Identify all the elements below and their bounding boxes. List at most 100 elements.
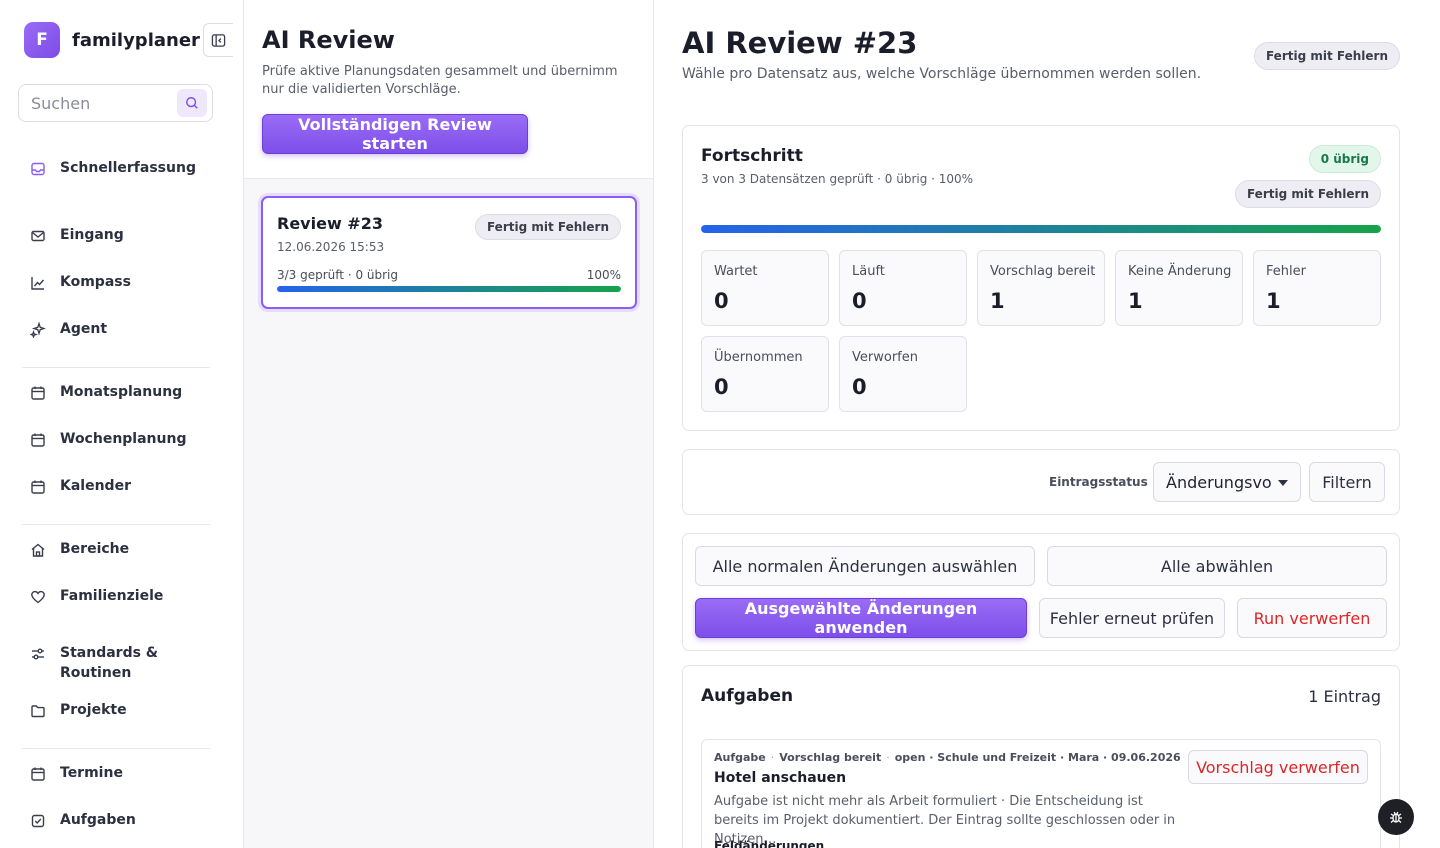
calendar-icon <box>31 433 45 447</box>
stat-value: 0 <box>714 375 729 399</box>
stat-accepted: Übernommen 0 <box>701 336 829 412</box>
review-list-panel: AI Review Prüfe aktive Planungsdaten ges… <box>244 0 654 848</box>
page-subtitle: Wähle pro Datensatz aus, welche Vorschlä… <box>682 66 1202 82</box>
sidebar-item-label: Standards & Routinen <box>60 645 158 681</box>
stat-label: Vorschlag bereit <box>990 264 1096 279</box>
stat-label: Verworfen <box>852 350 918 365</box>
sparkles-icon <box>30 322 46 338</box>
review-card-date: 12.06.2026 15:53 <box>277 240 385 254</box>
stat-label: Keine Änderung <box>1128 264 1232 279</box>
start-full-review-button[interactable]: Vollständigen Review starten <box>262 114 528 154</box>
sidebar-item-label: Monatsplanung <box>60 384 183 400</box>
entry-status-label: Eintragsstatus <box>1049 475 1148 489</box>
review-card[interactable]: Review #23 Fertig mit Fehlern 12.06.2026… <box>261 196 637 309</box>
sidebar-item-label: Aufgaben <box>60 812 136 828</box>
search-icon <box>186 97 198 109</box>
stat-value: 0 <box>714 289 729 313</box>
calendar-icon <box>31 480 45 494</box>
checkbox-icon <box>31 814 45 828</box>
review-status-badge: Fertig mit Fehlern <box>1253 42 1400 70</box>
search-button[interactable] <box>177 89 207 117</box>
sidebar-item-label: Eingang <box>60 227 124 243</box>
app-logo: F <box>24 22 60 58</box>
separator: · <box>886 751 890 764</box>
review-detail-panel: AI Review #23 Wähle pro Datensatz aus, w… <box>654 0 1440 848</box>
entry-status-selected-value: Änderungsvo <box>1166 472 1272 492</box>
discard-run-button[interactable]: Run verwerfen <box>1237 598 1387 638</box>
sidebar: F familyplaner Schnellerfassung Eingang … <box>0 0 244 848</box>
sidebar-divider <box>22 524 210 525</box>
brand[interactable]: F familyplaner <box>24 22 200 58</box>
sidebar-item-standards-routines[interactable]: Standards & Routinen <box>30 645 220 683</box>
folder-icon <box>31 705 45 718</box>
review-card-progress-bar <box>277 286 621 292</box>
stat-label: Wartet <box>714 264 758 279</box>
review-card-progress-text: 3/3 geprüft · 0 übrig <box>277 268 399 282</box>
sidebar-item-projects[interactable]: Projekte <box>30 702 220 720</box>
home-icon <box>31 543 45 557</box>
sidebar-item-monthly-planning[interactable]: Monatsplanung <box>30 384 220 402</box>
review-list-header: AI Review Prüfe aktive Planungsdaten ges… <box>244 0 653 179</box>
sidebar-item-agent[interactable]: Agent <box>30 321 220 339</box>
sidebar-item-weekly-planning[interactable]: Wochenplanung <box>30 431 220 449</box>
page-title: AI Review #23 <box>682 26 918 60</box>
stat-running: Läuft 0 <box>839 250 967 326</box>
sidebar-item-label: Familienziele <box>60 588 164 604</box>
search-box <box>18 84 213 122</box>
search-input[interactable] <box>19 93 174 113</box>
filter-card: Eintragsstatus Änderungsvo Filtern <box>682 449 1400 515</box>
select-all-normal-changes-button[interactable]: Alle normalen Änderungen auswählen <box>695 546 1035 586</box>
reject-suggestion-button[interactable]: Vorschlag verwerfen <box>1188 750 1368 784</box>
stat-value: 1 <box>990 289 1005 313</box>
task-entry-details: open · Schule und Freizeit · Mara · 09.0… <box>894 751 1181 764</box>
stat-error: Fehler 1 <box>1253 250 1381 326</box>
panel-collapse-icon <box>211 33 226 47</box>
chevron-down-icon <box>1278 480 1288 486</box>
stat-value: 1 <box>1128 289 1143 313</box>
stat-value: 1 <box>1266 289 1281 313</box>
sidebar-collapse-button[interactable] <box>203 23 233 57</box>
sidebar-item-label: Projekte <box>60 702 127 718</box>
sidebar-item-quick-capture[interactable]: Schnellerfassung <box>30 160 220 178</box>
calendar-icon <box>31 386 45 400</box>
sidebar-item-compass[interactable]: Kompass <box>30 274 220 292</box>
stat-label: Fehler <box>1266 264 1306 279</box>
sidebar-item-label: Agent <box>60 321 108 337</box>
progress-bar-fill <box>701 225 1381 233</box>
sidebar-item-areas[interactable]: Bereiche <box>30 541 220 559</box>
tasks-section-title: Aufgaben <box>701 686 794 706</box>
task-entry-title: Hotel anschauen <box>714 770 847 786</box>
filter-button[interactable]: Filtern <box>1309 462 1385 502</box>
task-entry-status: Vorschlag bereit <box>779 751 882 764</box>
sidebar-item-calendar[interactable]: Kalender <box>30 478 220 496</box>
stat-suggestion-ready: Vorschlag bereit 1 <box>977 250 1105 326</box>
recheck-errors-button[interactable]: Fehler erneut prüfen <box>1039 598 1225 638</box>
debug-button[interactable] <box>1378 799 1414 835</box>
sidebar-item-appointments[interactable]: Termine <box>30 765 220 783</box>
stat-label: Übernommen <box>714 350 803 365</box>
sidebar-divider <box>22 367 210 368</box>
apply-selected-changes-button[interactable]: Ausgewählte Änderungen anwenden <box>695 598 1027 638</box>
task-entry[interactable]: Aufgabe · Vorschlag bereit · open · Schule u… <box>701 739 1381 848</box>
stat-no-change: Keine Änderung 1 <box>1115 250 1243 326</box>
sidebar-item-label: Wochenplanung <box>60 431 187 447</box>
sidebar-item-tasks[interactable]: Aufgaben <box>30 812 220 830</box>
review-card-title: Review #23 <box>277 214 383 233</box>
progress-bar <box>701 225 1381 233</box>
sidebar-divider <box>22 748 210 749</box>
entry-status-select[interactable]: Änderungsvo <box>1153 462 1301 502</box>
task-entry-type: Aufgabe <box>714 751 766 764</box>
sidebar-item-label: Kompass <box>60 274 131 290</box>
review-card-progress-fill <box>277 286 621 292</box>
remaining-badge: 0 übrig <box>1308 145 1381 173</box>
deselect-all-button[interactable]: Alle abwählen <box>1047 546 1387 586</box>
sidebar-item-family-goals[interactable]: Familienziele <box>30 588 220 606</box>
app-name: familyplaner <box>72 29 200 51</box>
progress-status-badge: Fertig mit Fehlern <box>1234 180 1381 208</box>
inbox-tray-icon <box>31 162 45 176</box>
tasks-card: Aufgaben 1 Eintrag Aufgabe · Vorschlag ber… <box>682 665 1400 848</box>
review-list-title: AI Review <box>262 26 395 54</box>
review-card-status-badge: Fertig mit Fehlern <box>474 214 621 240</box>
sidebar-item-label: Kalender <box>60 478 131 494</box>
sidebar-item-inbox[interactable]: Eingang <box>30 227 220 245</box>
